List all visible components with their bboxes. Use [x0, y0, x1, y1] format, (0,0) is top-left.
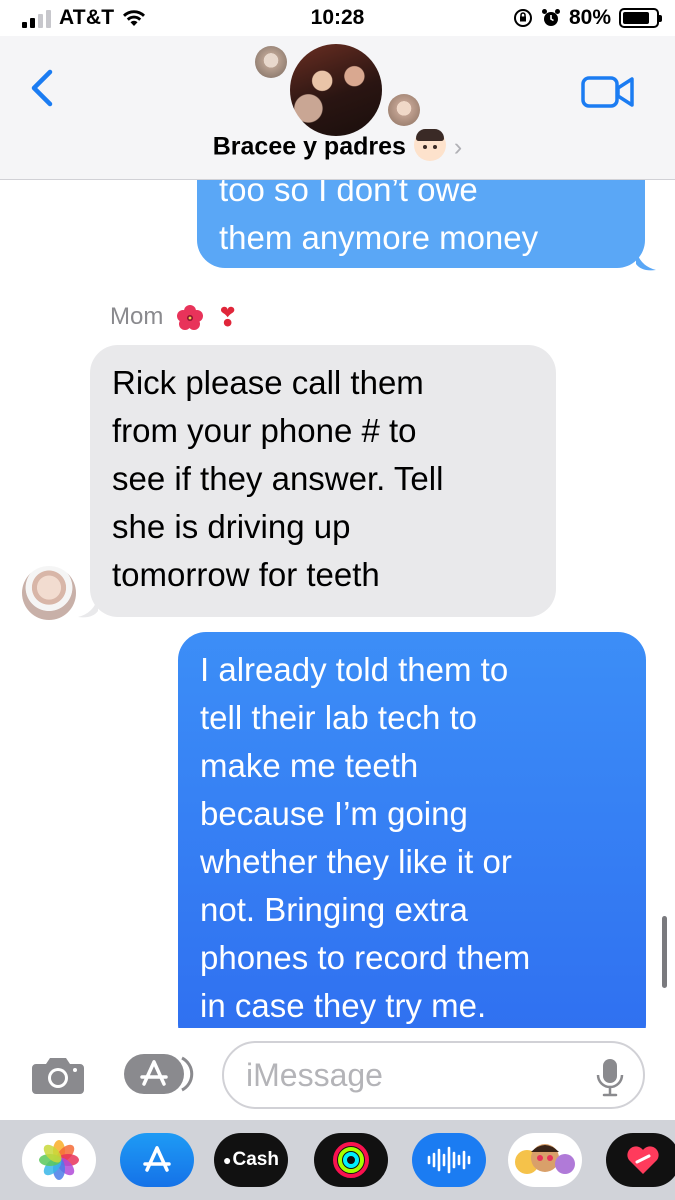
- bubble-tail: [78, 597, 98, 618]
- sender-name-row: Mom ❣: [110, 302, 238, 333]
- alarm-icon: [541, 9, 560, 26]
- compose-bar: [0, 1028, 675, 1120]
- scroll-indicator[interactable]: [662, 916, 667, 988]
- audio-message-app-button[interactable]: [412, 1133, 486, 1187]
- hibiscus-icon: [177, 304, 204, 330]
- battery-level: [623, 12, 649, 24]
- sender-avatar[interactable]: [22, 566, 76, 620]
- message-bubble-sent[interactable]: too so I don’t owe them anymore money: [197, 180, 645, 268]
- photos-app-button[interactable]: [22, 1133, 96, 1187]
- message-line: in case they try me.: [200, 987, 487, 1024]
- activity-rings-icon: [333, 1142, 369, 1178]
- message-line: not. Bringing extra: [200, 891, 468, 928]
- group-avatar[interactable]: [290, 44, 382, 136]
- video-camera-icon[interactable]: [580, 72, 636, 112]
- photos-icon: [39, 1140, 79, 1180]
- audio-message-icon: [427, 1146, 471, 1174]
- message-line: too so I don’t owe: [219, 180, 478, 208]
- memoji-app-button[interactable]: [508, 1133, 582, 1187]
- bubble-tail: [636, 250, 656, 271]
- battery-percent: 80%: [568, 6, 611, 29]
- message-list[interactable]: too so I don’t owe them anymore money Mo…: [0, 180, 675, 1028]
- message-bubble-sent[interactable]: I already told them to tell their lab te…: [178, 632, 646, 1028]
- app-store-icon[interactable]: [122, 1052, 194, 1096]
- group-name: Bracee y padres: [212, 132, 406, 161]
- cash-label: Cash: [232, 1149, 279, 1170]
- apple-cash-app-button[interactable]: ● Cash: [214, 1133, 288, 1187]
- message-line: tell their lab tech to: [200, 699, 477, 736]
- status-bar: AT&T 10:28 80%: [0, 0, 675, 36]
- message-line: them anymore money: [219, 219, 539, 256]
- message-line: Rick please call them: [112, 364, 424, 401]
- back-button[interactable]: [24, 66, 64, 110]
- message-bubble-received[interactable]: Rick please call them from your phone # …: [90, 345, 556, 617]
- participant-avatar-small[interactable]: [255, 46, 287, 78]
- group-name-button[interactable]: Bracee y padres ›: [0, 129, 675, 164]
- message-input[interactable]: [246, 1051, 586, 1099]
- digital-touch-app-button[interactable]: [606, 1133, 675, 1187]
- chevron-right-icon: ›: [453, 132, 463, 161]
- message-line: make me teeth: [200, 747, 419, 784]
- digital-touch-icon: [627, 1146, 659, 1174]
- message-line: I already told them to: [200, 651, 509, 688]
- message-line: she is driving up: [112, 508, 351, 545]
- message-line: because I’m going: [200, 795, 468, 832]
- camera-icon[interactable]: [30, 1052, 86, 1096]
- message-line: see if they answer. Tell: [112, 460, 444, 497]
- participant-avatar-small[interactable]: [388, 94, 420, 126]
- boy-face-icon: [413, 129, 446, 161]
- conversation-header: Bracee y padres ›: [0, 36, 675, 180]
- message-line: phones to record them: [200, 939, 531, 976]
- activity-app-button[interactable]: [314, 1133, 388, 1187]
- app-store-app-button[interactable]: [120, 1133, 194, 1187]
- message-line: from your phone # to: [112, 412, 417, 449]
- status-right: 80%: [513, 6, 662, 30]
- message-line: whether they like it or: [200, 843, 512, 880]
- app-drawer: ● Cash: [0, 1120, 675, 1200]
- sender-name: Mom: [110, 302, 164, 330]
- screen-lock-rotation-icon: [513, 9, 532, 27]
- message-line: tomorrow for teeth: [112, 556, 380, 593]
- message-field[interactable]: [222, 1041, 645, 1109]
- app-store-icon: [143, 1146, 171, 1172]
- memoji-icon: [515, 1144, 575, 1174]
- exclamation-heart-icon: ❣: [216, 302, 239, 332]
- microphone-icon[interactable]: [593, 1057, 627, 1097]
- apple-logo-icon: ●: [223, 1152, 232, 1168]
- battery-icon: [619, 8, 662, 28]
